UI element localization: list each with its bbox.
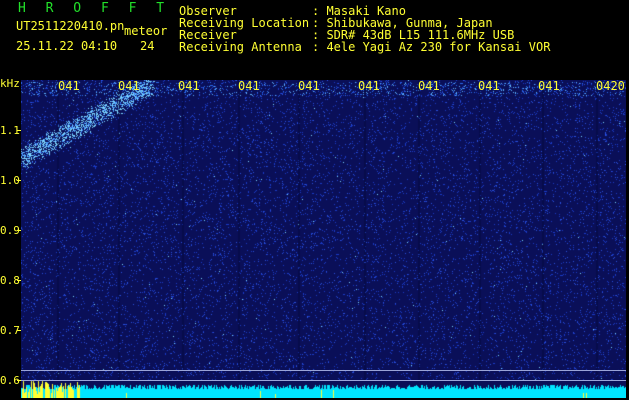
info-label-antenna: Receiving Antenna	[179, 40, 302, 54]
x-tick-label: 041	[178, 79, 200, 93]
reference-line-lower	[21, 380, 626, 381]
x-tick-label: 041	[58, 79, 80, 93]
app-title: H R O F F T	[18, 1, 171, 16]
info-value-antenna: : 4ele Yagi Az 230 for Kansai VOR	[312, 40, 551, 54]
x-tick-label: 0420	[596, 79, 625, 93]
y-tick-mark	[17, 180, 21, 181]
x-tick-label: 041	[298, 79, 320, 93]
y-tick-mark	[17, 280, 21, 281]
spectrogram-canvas	[21, 80, 626, 398]
y-tick-mark	[17, 130, 21, 131]
x-tick-label: 041	[358, 79, 380, 93]
count-label: 24	[140, 39, 155, 53]
reference-line-upper	[21, 370, 626, 371]
y-tick-mark	[17, 380, 21, 381]
x-tick-label: 041	[538, 79, 560, 93]
y-axis-unit: kHz	[0, 77, 20, 90]
x-tick-label: 041	[478, 79, 500, 93]
file-name: UT2511220410.pn	[16, 19, 125, 33]
spectrogram-plot	[21, 80, 626, 398]
x-tick-label: 041	[418, 79, 440, 93]
x-tick-label: 041	[238, 79, 260, 93]
hrofft-window: H R O F F T UT2511220410.pn meteor 25.11…	[0, 0, 629, 400]
y-tick-mark	[17, 230, 21, 231]
y-tick-mark	[17, 330, 21, 331]
x-tick-label: 041	[118, 79, 140, 93]
mode-label: meteor	[124, 24, 168, 38]
datetime-label: 25.11.22 04:10	[16, 39, 118, 53]
